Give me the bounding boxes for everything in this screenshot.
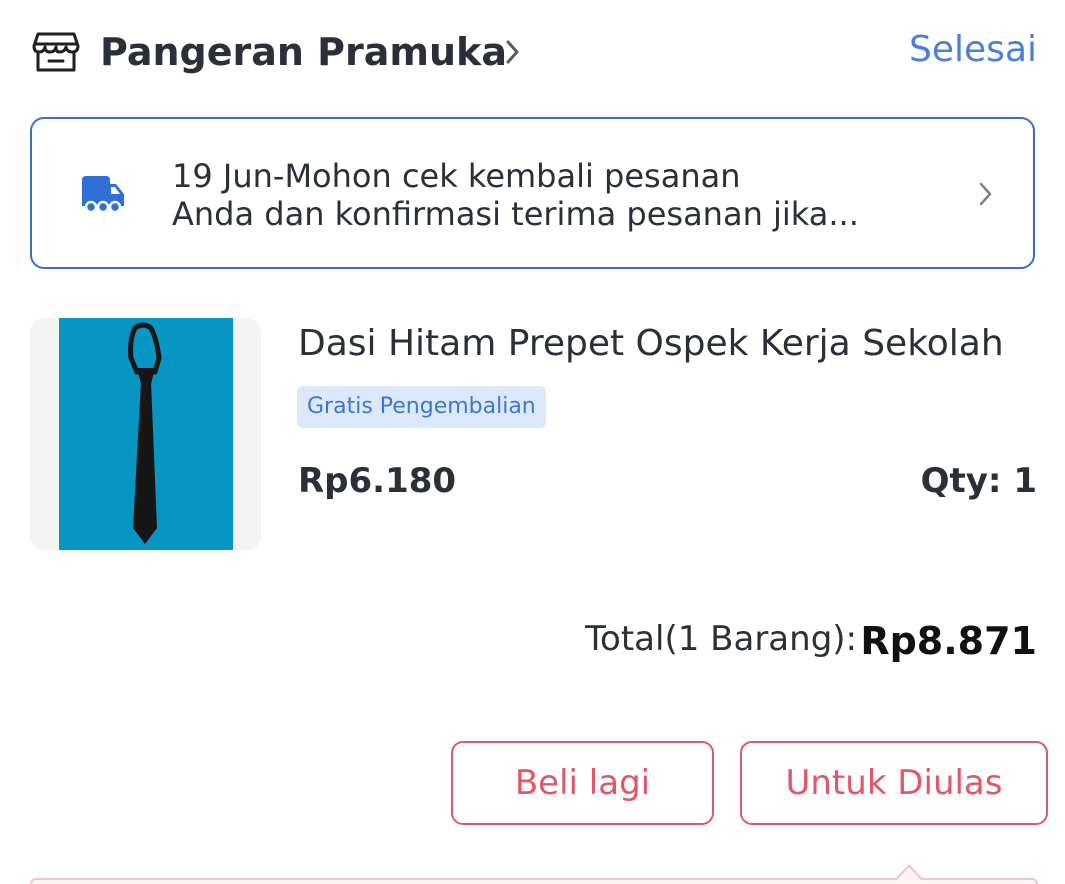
review-button[interactable]: Untuk Diulas [740, 741, 1048, 825]
chevron-right-icon [977, 179, 995, 209]
store-name[interactable]: Pangeran Pramuka [100, 27, 507, 77]
notice-line-2: Anda dan konfirmasi terima pesanan jika.… [172, 195, 859, 233]
order-status: Selesai [909, 29, 1037, 70]
shipping-notice-text: 19 Jun-Mohon cek kembali pesanan Anda da… [172, 157, 952, 233]
product-thumbnail[interactable] [30, 318, 261, 550]
total-value: Rp8.871 [860, 619, 1037, 663]
notice-line-1: 19 Jun-Mohon cek kembali pesanan [172, 157, 741, 195]
total-label: Total(1 Barang): [585, 619, 857, 659]
store-icon [32, 30, 80, 74]
buy-again-button[interactable]: Beli lagi [451, 741, 714, 825]
hint-pointer-fill [897, 867, 921, 880]
shipping-notice-card[interactable]: 19 Jun-Mohon cek kembali pesanan Anda da… [30, 117, 1035, 269]
chevron-right-icon[interactable] [503, 36, 523, 68]
free-return-badge: Gratis Pengembalian [297, 386, 546, 428]
product-price: Rp6.180 [298, 461, 457, 501]
truck-icon [80, 174, 126, 214]
tie-image [59, 318, 233, 550]
review-hint-strip [30, 878, 1038, 884]
product-name[interactable]: Dasi Hitam Prepet Ospek Kerja Sekolah [298, 318, 1004, 370]
product-qty: Qty: 1 [920, 461, 1037, 501]
